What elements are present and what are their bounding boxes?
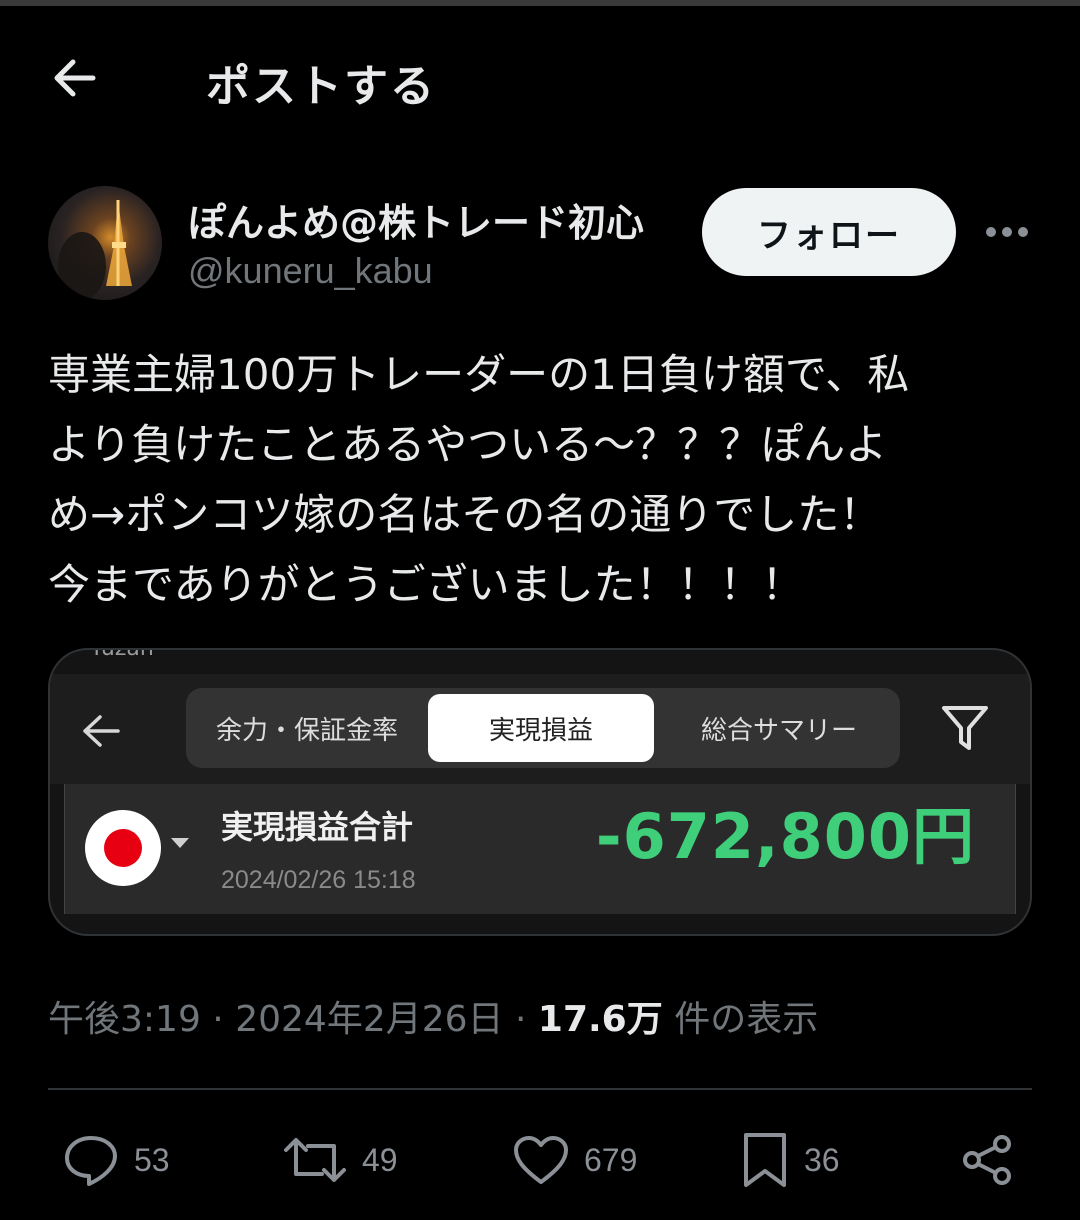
heart-icon (514, 1136, 568, 1184)
divider (48, 1088, 1032, 1090)
share-icon (963, 1135, 1011, 1185)
views-label: 件の表示 (674, 999, 819, 1040)
page-title: ポストする (206, 61, 436, 112)
post-line: 今までありがとうございました！！！！ (48, 560, 804, 609)
filter-icon (942, 706, 988, 750)
bookmark-count: 36 (804, 1141, 840, 1178)
share-button[interactable] (960, 1120, 1016, 1200)
post-meta: 午後3:19 · 2024年2月26日 · 17.6万 件の表示 (48, 990, 818, 1042)
post-text: 専業主婦100万トレーダーの1日負け額で、私 より負けたことあるやついる〜？？？… (48, 340, 1038, 620)
app-tabs: 余力・保証金率 実現損益 総合サマリー (186, 688, 900, 768)
tower-image (58, 200, 132, 300)
bookmark-button[interactable]: 36 (740, 1120, 840, 1200)
repost-count: 49 (362, 1141, 398, 1178)
header: ポストする (0, 30, 1080, 126)
status-divider (0, 0, 1080, 6)
reply-icon (65, 1136, 117, 1186)
display-name[interactable]: ぽんよめ@株トレード初心 (188, 192, 678, 247)
pl-date: 2024/02/26 15:18 (221, 866, 416, 894)
views-count[interactable]: 17.6万 (538, 999, 663, 1040)
bookmark-icon (744, 1133, 786, 1187)
app-back-button (76, 706, 126, 756)
pl-label: 実現損益合計 (221, 808, 414, 846)
app-toolbar: 余力・保証金率 実現損益 総合サマリー (50, 674, 1030, 784)
pl-amount: -672,800円 (595, 800, 975, 873)
repost-icon (284, 1138, 346, 1182)
arrow-left-icon (83, 715, 120, 747)
filter-button (936, 700, 994, 758)
post-date[interactable]: 2024年2月26日 (235, 999, 503, 1040)
post-author: ぽんよめ@株トレード初心 @kuneru_kabu フォロー (48, 186, 1038, 306)
user-handle[interactable]: @kuneru_kabu (188, 250, 433, 292)
chevron-down-icon (171, 838, 189, 848)
avatar[interactable] (48, 186, 162, 300)
tab-margin: 余力・保証金率 (215, 715, 398, 746)
follow-button[interactable]: フォロー (702, 188, 956, 276)
like-button[interactable]: 679 (512, 1120, 637, 1200)
tab-summary: 総合サマリー (700, 715, 857, 746)
meta-separator: · (515, 999, 527, 1040)
back-button[interactable] (48, 52, 100, 104)
like-count: 679 (584, 1141, 638, 1178)
action-bar: 53 49 679 36 (0, 1120, 1080, 1200)
meta-separator: · (212, 999, 224, 1040)
post-line: より負けたことあるやついる〜？？？ぽんよ (48, 420, 888, 469)
post-line: 専業主婦100万トレーダーの1日負け額で、私 (48, 350, 910, 399)
post-line: め→ポンコツ嫁の名はその名の通りでした！ (48, 490, 882, 539)
reply-button[interactable]: 53 (62, 1120, 170, 1200)
arrow-left-icon (54, 59, 96, 97)
more-button[interactable] (982, 212, 1032, 252)
tab-realized-pl: 実現損益 (428, 694, 654, 762)
japan-flag-icon (85, 810, 161, 886)
realized-pl-card: 実現損益合計 2024/02/26 15:18 -672,800円 (64, 784, 1016, 914)
repost-button[interactable]: 49 (282, 1120, 398, 1200)
cropped-text: Yuzan (90, 648, 154, 661)
more-dots-icon (986, 227, 1028, 237)
attached-image[interactable]: Yuzan 余力・保証金率 実現損益 総合サマリー 実現損益合計 2024/02… (48, 648, 1032, 936)
post-time[interactable]: 午後3:19 (48, 999, 201, 1040)
reply-count: 53 (134, 1141, 170, 1178)
